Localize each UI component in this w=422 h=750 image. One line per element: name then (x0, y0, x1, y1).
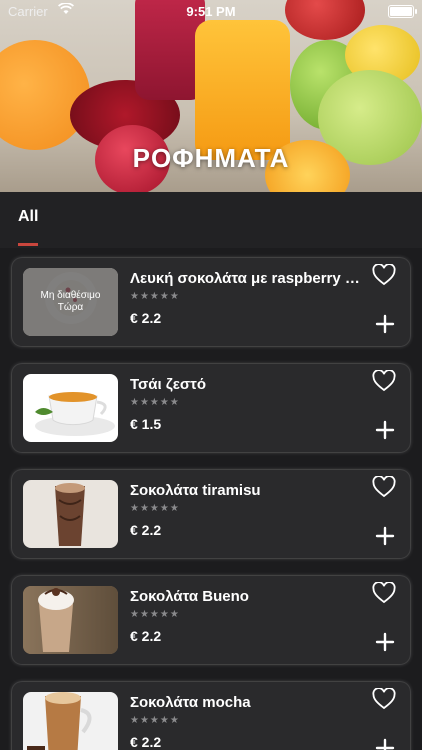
product-card[interactable]: Σοκολάτα tiramisu ★★★★★ € 2.2 (12, 470, 410, 558)
add-to-cart-plus-icon[interactable] (374, 419, 396, 446)
add-to-cart-plus-icon[interactable] (374, 737, 396, 750)
header-hero: Carrier 9:51 PM ΡΟΦΗΜΑΤΑ (0, 0, 422, 192)
product-price: € 2.2 (130, 522, 162, 538)
unavailable-overlay: Μη διαθέσιμο Τώρα (23, 268, 118, 336)
product-name: Λευκή σοκολάτα με raspberry & ... (130, 270, 370, 287)
favorite-heart-icon[interactable] (372, 475, 396, 503)
favorite-heart-icon[interactable] (372, 369, 396, 397)
product-image (23, 480, 118, 548)
rating-stars: ★★★★★ (130, 715, 180, 726)
product-card[interactable]: Τσάι ζεστό ★★★★★ € 1.5 (12, 364, 410, 452)
product-image (23, 586, 118, 654)
product-image (23, 692, 118, 750)
status-bar: Carrier 9:51 PM (0, 0, 422, 22)
orange-slice-image (0, 40, 90, 150)
page-title: ΡΟΦΗΜΑΤΑ (132, 143, 290, 173)
rating-stars: ★★★★★ (130, 609, 180, 620)
add-to-cart-plus-icon[interactable] (374, 313, 396, 340)
product-image: Μη διαθέσιμο Τώρα (23, 268, 118, 336)
orange-juice-image (195, 20, 290, 160)
battery-icon (388, 5, 417, 18)
favorite-heart-icon[interactable] (372, 581, 396, 609)
product-name: Σοκολάτα mocha (130, 694, 251, 711)
product-card[interactable]: Σοκολάτα Bueno ★★★★★ € 2.2 (12, 576, 410, 664)
rating-stars: ★★★★★ (130, 291, 180, 302)
product-price: € 2.2 (130, 628, 162, 644)
product-card[interactable]: Σοκολάτα mocha ★★★★★ € 2.2 (12, 682, 410, 750)
rating-stars: ★★★★★ (130, 503, 180, 514)
product-price: € 2.2 (130, 734, 162, 750)
tab-all[interactable]: All (18, 208, 38, 226)
product-name: Σοκολάτα Bueno (130, 588, 249, 605)
category-tabs: All (0, 192, 422, 248)
favorite-heart-icon[interactable] (372, 263, 396, 291)
status-time: 9:51 PM (186, 4, 236, 19)
product-price: € 1.5 (130, 416, 162, 432)
add-to-cart-plus-icon[interactable] (374, 631, 396, 658)
tab-selected-indicator (18, 243, 38, 246)
product-price: € 2.2 (130, 310, 162, 326)
product-name: Σοκολάτα tiramisu (130, 482, 261, 499)
product-name: Τσάι ζεστό (130, 376, 207, 393)
favorite-heart-icon[interactable] (372, 687, 396, 715)
product-list: Μη διαθέσιμο Τώρα Λευκή σοκολάτα με rasp… (0, 248, 422, 750)
product-card[interactable]: Μη διαθέσιμο Τώρα Λευκή σοκολάτα με rasp… (12, 258, 410, 346)
product-image (23, 374, 118, 442)
add-to-cart-plus-icon[interactable] (374, 525, 396, 552)
rating-stars: ★★★★★ (130, 397, 180, 408)
